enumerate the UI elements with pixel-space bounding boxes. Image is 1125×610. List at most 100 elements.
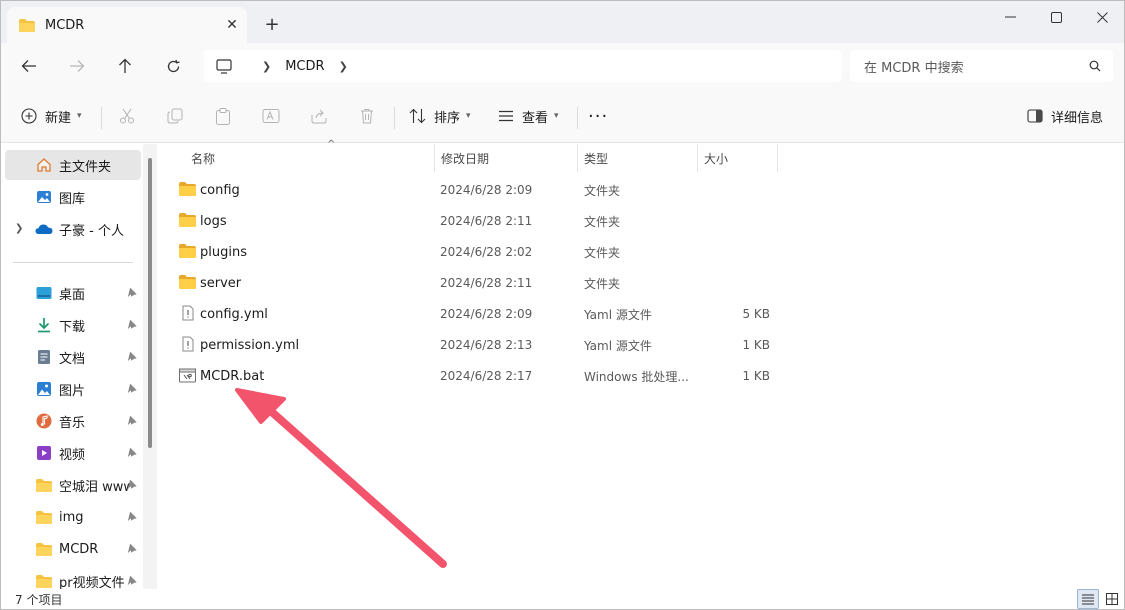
onedrive-cloud-icon	[35, 220, 53, 238]
new-tab-button[interactable]: +	[259, 11, 285, 37]
rename-button[interactable]	[256, 101, 286, 131]
copy-button[interactable]	[160, 101, 190, 131]
folder-icon	[35, 540, 53, 558]
file-type: 文件夹	[584, 214, 621, 229]
sidebar-item-onedrive[interactable]: ❯ 子豪 - 个人	[5, 214, 141, 244]
clipboard-icon	[216, 107, 230, 125]
sidebar-item-downloads[interactable]: 下载	[5, 310, 141, 340]
pin-icon[interactable]	[127, 414, 137, 429]
search-input[interactable]: 在 MCDR 中搜索	[864, 57, 1089, 76]
sidebar-item-gallery[interactable]: 图库	[5, 182, 141, 212]
back-button[interactable]	[13, 50, 45, 82]
file-row-mcdr-bat[interactable]: MCDR.bat 2024/6/28 2:17 Windows 批处理... 1…	[175, 361, 780, 391]
file-row-permission-yml[interactable]: permission.yml 2024/6/28 2:13 Yaml 源文件 1…	[175, 330, 780, 360]
column-header-size[interactable]: 大小	[698, 144, 778, 172]
share-button[interactable]	[304, 101, 334, 131]
sidebar-item-label: 视频	[59, 447, 86, 463]
sidebar-item-folder[interactable]: 空城泪 www	[5, 470, 141, 500]
pin-icon[interactable]	[127, 510, 137, 525]
file-row-config[interactable]: config 2024/6/28 2:09 文件夹	[175, 175, 780, 205]
tab-title: MCDR	[45, 17, 85, 33]
column-header-label: 修改日期	[441, 151, 490, 166]
chevron-right-icon[interactable]: ❯	[339, 60, 348, 73]
delete-button[interactable]	[352, 101, 382, 131]
file-type: 文件夹	[584, 183, 621, 198]
address-bar[interactable]: ❯ MCDR ❯	[204, 50, 842, 82]
up-button[interactable]	[109, 50, 141, 82]
column-header-date[interactable]: 修改日期	[435, 144, 578, 172]
sidebar-item-mcdr[interactable]: MCDR	[5, 534, 141, 564]
file-row-logs[interactable]: logs 2024/6/28 2:11 文件夹	[175, 206, 780, 236]
chevron-down-icon: ▾	[466, 111, 471, 121]
new-button[interactable]: 新建 ▾	[21, 101, 82, 131]
pin-icon[interactable]	[127, 318, 137, 333]
pin-icon[interactable]	[127, 286, 137, 301]
close-window-button[interactable]	[1079, 1, 1124, 33]
sidebar-item-img[interactable]: img	[5, 502, 141, 532]
forward-button[interactable]	[61, 50, 93, 82]
scissors-icon	[120, 108, 134, 124]
sidebar-item-documents[interactable]: 文档	[5, 342, 141, 372]
refresh-button[interactable]	[157, 50, 189, 82]
sort-button[interactable]: 排序 ▾	[409, 101, 471, 131]
file-date: 2024/6/28 2:09	[440, 307, 533, 321]
copy-icon	[167, 108, 183, 124]
paste-button[interactable]	[208, 101, 238, 131]
divider	[394, 107, 395, 129]
sort-label: 排序	[434, 110, 461, 126]
sidebar-item-label: 图库	[59, 191, 86, 207]
tiles-view-icon	[1106, 593, 1118, 605]
pin-icon[interactable]	[127, 350, 137, 365]
breadcrumb-mcdr[interactable]: MCDR	[285, 59, 324, 74]
pin-icon[interactable]	[127, 574, 137, 589]
batch-file-icon	[179, 368, 196, 383]
sidebar-item-desktop[interactable]: 桌面	[5, 278, 141, 308]
sidebar-item-pictures[interactable]: 图片	[5, 374, 141, 404]
tiles-view-toggle[interactable]	[1101, 589, 1123, 609]
sidebar-item-music[interactable]: 音乐	[5, 406, 141, 436]
pin-icon[interactable]	[127, 382, 137, 397]
sidebar-item-label: 子豪 - 个人	[59, 223, 124, 239]
maximize-button[interactable]	[1033, 1, 1079, 33]
sidebar-scrollbar[interactable]	[143, 144, 157, 590]
chevron-right-icon[interactable]: ❯	[15, 223, 23, 234]
chevron-right-icon[interactable]: ❯	[262, 60, 271, 73]
file-row-server[interactable]: server 2024/6/28 2:11 文件夹	[175, 268, 780, 298]
file-row-plugins[interactable]: plugins 2024/6/28 2:02 文件夹	[175, 237, 780, 267]
more-options-button[interactable]: ···	[588, 101, 608, 131]
trash-icon	[361, 109, 373, 124]
sidebar-divider	[13, 262, 133, 263]
more-icon: ···	[588, 105, 609, 127]
column-header-type[interactable]: 类型	[578, 144, 698, 172]
view-button[interactable]: 查看 ▾	[498, 101, 559, 131]
file-name: config.yml	[200, 306, 268, 322]
cut-button[interactable]	[112, 101, 142, 131]
file-type: Windows 批处理...	[584, 369, 689, 384]
command-bar: 新建 ▾ 排序 ▾ 查看 ▾ ··· 详细信息	[1, 89, 1124, 143]
minimize-button[interactable]	[987, 1, 1033, 33]
folder-icon	[179, 213, 196, 227]
search-box[interactable]: 在 MCDR 中搜索	[850, 50, 1113, 82]
sidebar-item-label: 下载	[59, 319, 86, 335]
column-header-label: 类型	[584, 151, 609, 166]
details-pane-button[interactable]: 详细信息	[1027, 101, 1103, 131]
item-count: 7 个项目	[15, 593, 63, 607]
share-icon	[311, 109, 327, 124]
close-tab-icon[interactable]: ✕	[217, 10, 247, 40]
sidebar-item-label: 空城泪 www	[59, 479, 129, 495]
file-name: plugins	[200, 244, 247, 260]
sidebar-item-videos[interactable]: 视频	[5, 438, 141, 468]
chevron-down-icon: ▾	[77, 111, 82, 121]
pin-icon[interactable]	[127, 542, 137, 557]
scrollbar-thumb[interactable]	[148, 158, 152, 448]
tab-mcdr[interactable]: MCDR ✕	[7, 7, 247, 43]
folder-icon	[35, 572, 53, 590]
column-header-name[interactable]: 名称 ^	[185, 139, 435, 172]
chevron-down-icon: ▾	[554, 111, 559, 121]
pin-icon[interactable]	[127, 478, 137, 493]
details-view-toggle[interactable]	[1077, 589, 1099, 609]
pin-icon[interactable]	[127, 446, 137, 461]
gallery-icon	[35, 188, 53, 206]
sidebar-item-home[interactable]: 主文件夹	[5, 150, 141, 180]
file-row-config-yml[interactable]: config.yml 2024/6/28 2:09 Yaml 源文件 5 KB	[175, 299, 780, 329]
